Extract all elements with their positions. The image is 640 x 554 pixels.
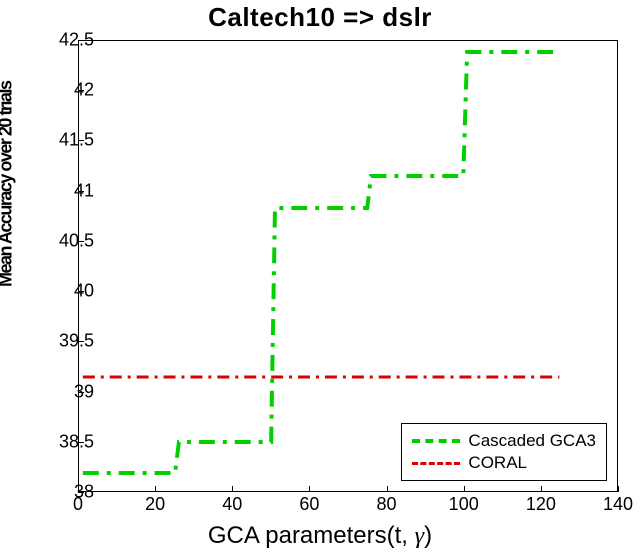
x-tick-label: 140	[603, 494, 633, 515]
legend-item-gca3: Cascaded GCA3	[412, 430, 596, 452]
y-tick-label: 40.5	[59, 230, 94, 251]
y-tick-label: 38.5	[59, 431, 94, 452]
x-tick-label: 80	[377, 494, 397, 515]
x-tick-label: 60	[299, 494, 319, 515]
legend-swatch-red	[412, 462, 460, 465]
x-axis-label: GCA parameters(t, γ)	[0, 522, 640, 550]
plot-area: Cascaded GCA3 CORAL	[78, 40, 618, 492]
x-tick-label: 120	[526, 494, 556, 515]
y-axis-label: Mean Accuracy over 20 trials	[0, 267, 17, 287]
legend-swatch-green	[412, 439, 460, 443]
chart-figure: Caltech10 => dslr Mean Accuracy over 20 …	[0, 0, 640, 554]
y-tick-label: 42.5	[59, 30, 94, 51]
y-tick-label: 41.5	[59, 130, 94, 151]
legend-box: Cascaded GCA3 CORAL	[401, 423, 607, 481]
y-tick-label: 39.5	[59, 331, 94, 352]
legend-label-gca3: Cascaded GCA3	[468, 431, 596, 451]
x-tick-label: 40	[222, 494, 242, 515]
xlabel-suffix: )	[424, 522, 432, 549]
legend-label-coral: CORAL	[468, 453, 527, 473]
x-tick-label: 0	[73, 494, 83, 515]
xlabel-prefix: GCA parameters(t,	[208, 522, 408, 549]
chart-title: Caltech10 => dslr	[0, 2, 640, 33]
series-line	[83, 52, 560, 473]
legend-item-coral: CORAL	[412, 452, 596, 474]
x-tick-label: 100	[449, 494, 479, 515]
x-tick-label: 20	[145, 494, 165, 515]
greek-gamma: γ	[415, 523, 424, 549]
